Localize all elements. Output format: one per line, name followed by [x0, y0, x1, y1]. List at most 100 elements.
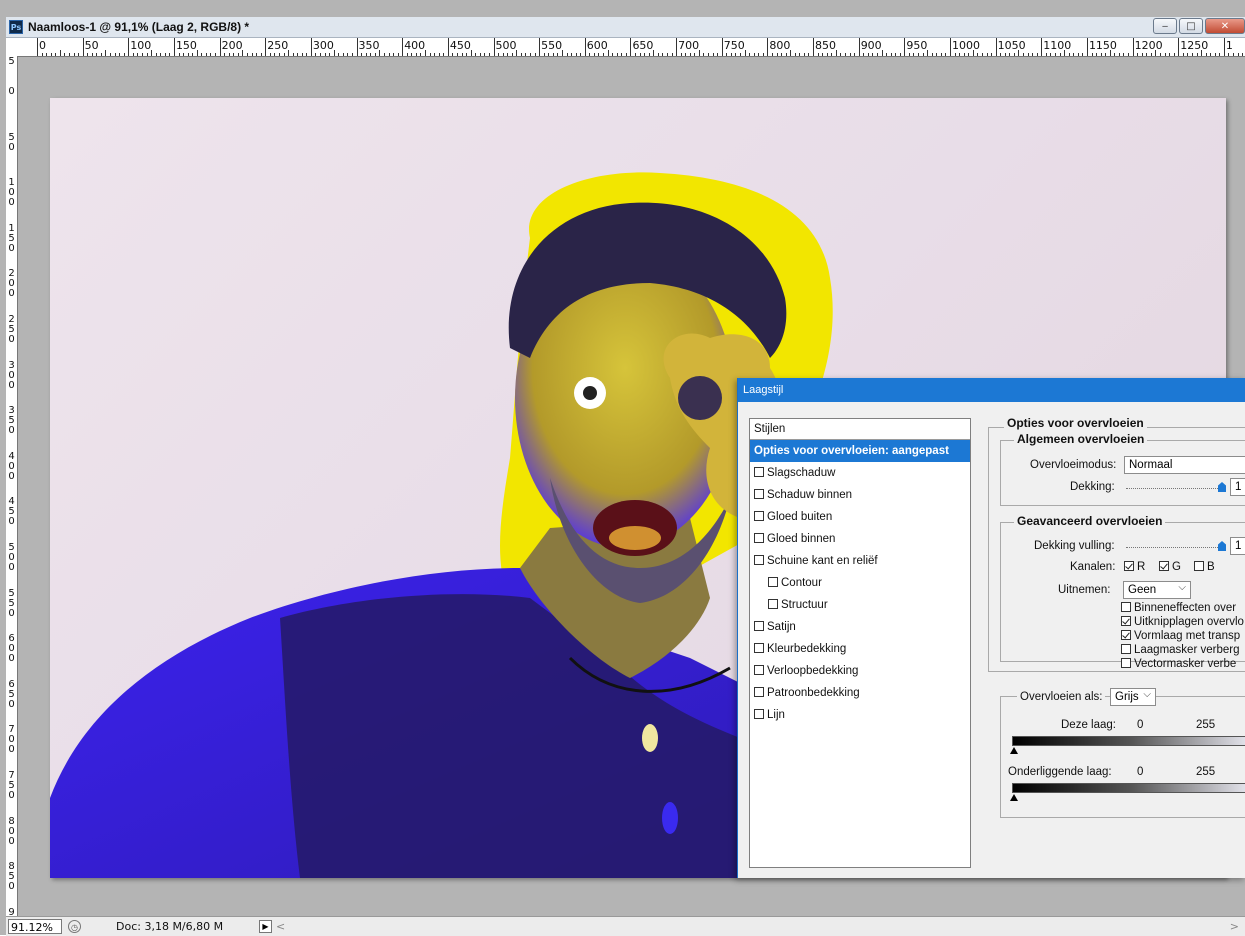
ruler-minor-tick [749, 53, 751, 56]
style-item[interactable]: Gloed binnen [750, 528, 970, 550]
checkbox[interactable] [1121, 602, 1131, 612]
style-item[interactable]: Contour [750, 572, 970, 594]
ruler-minor-tick [160, 53, 162, 56]
vertical-ruler[interactable]: 5 0 50 100 150 200 250 300 350 400 450 500 550 600 650… [6, 56, 18, 916]
style-item[interactable]: Patroonbedekking [750, 682, 970, 704]
ruler-minor-tick [1105, 53, 1107, 56]
underlying-layer-label: Onderliggende laag: [1008, 766, 1112, 778]
ruler-minor-tick [269, 53, 271, 56]
ruler-label: 0 [6, 86, 17, 96]
checkbox[interactable] [1121, 630, 1131, 640]
checkbox[interactable] [1121, 616, 1131, 626]
dialog-title[interactable]: Laagstijl [738, 378, 1245, 402]
styles-list[interactable]: Stijlen Opties voor overvloeien: aangepa… [749, 418, 971, 868]
channel-checkbox[interactable]: B [1194, 561, 1215, 574]
ruler-minor-tick [1196, 53, 1198, 56]
style-checkbox[interactable] [768, 577, 778, 587]
ruler-minor-tick [840, 53, 842, 56]
channel-checkbox[interactable]: R [1124, 561, 1145, 574]
style-checkbox[interactable] [754, 555, 764, 565]
opacity-field[interactable]: 1 [1230, 478, 1245, 496]
ruler-minor-tick [224, 53, 226, 56]
advanced-option[interactable]: Binneneffecten over [1121, 602, 1236, 615]
style-checkbox[interactable] [754, 687, 764, 697]
style-item[interactable]: Kleurbedekking [750, 638, 970, 660]
ruler-minor-tick [1059, 53, 1061, 56]
blend-if-select[interactable]: Grijs ⌵ [1110, 688, 1156, 706]
document-titlebar[interactable]: Ps Naamloos-1 @ 91,1% (Laag 2, RGB/8) * … [6, 17, 1245, 38]
ruler-minor-tick [96, 53, 98, 56]
maximize-icon[interactable]: □ [1179, 18, 1203, 34]
layer-style-dialog[interactable]: Laagstijl Stijlen Opties voor overvloeie… [737, 378, 1245, 878]
status-info-icon[interactable]: ◷ [68, 920, 81, 933]
advanced-option[interactable]: Uitknipplagen overvlo [1121, 616, 1244, 629]
style-item[interactable]: Schuine kant en reliëf [750, 550, 970, 572]
status-menu-arrow-icon[interactable]: ▶ [259, 920, 272, 933]
channel-checkbox[interactable]: G [1159, 561, 1181, 574]
style-item[interactable]: Lijn [750, 704, 970, 726]
ruler-minor-tick [986, 53, 988, 56]
ruler-major-tick [767, 38, 769, 56]
ruler-minor-tick [534, 53, 536, 56]
ruler-minor-tick [1187, 53, 1189, 56]
style-checkbox[interactable] [768, 599, 778, 609]
ruler-minor-tick [913, 53, 915, 56]
horizontal-ruler[interactable]: 0 50 100 150 200 250 300 350 400 450 500 550 600 650 7… [17, 38, 1245, 57]
style-checkbox[interactable] [754, 533, 764, 543]
underlying-layer-black-stop[interactable] [1010, 794, 1018, 801]
ruler-minor-tick [178, 53, 180, 56]
ruler-minor-tick [1100, 53, 1102, 56]
this-layer-gradient[interactable] [1012, 736, 1245, 746]
this-layer-black-stop[interactable] [1010, 747, 1018, 754]
scroll-right-icon[interactable]: > [1230, 920, 1239, 933]
style-checkbox[interactable] [754, 643, 764, 653]
style-item[interactable]: Slagschaduw [750, 462, 970, 484]
knockout-select[interactable]: Geen ⌵ [1123, 581, 1191, 599]
style-checkbox[interactable] [754, 489, 764, 499]
ruler-minor-tick [603, 53, 605, 56]
ruler-minor-tick [1091, 53, 1093, 56]
blend-mode-select[interactable]: Normaal [1124, 456, 1245, 474]
close-icon[interactable]: ✕ [1205, 18, 1245, 34]
ruler-minor-tick [589, 53, 591, 56]
style-item[interactable]: Opties voor overvloeien: aangepast [750, 440, 970, 462]
underlying-layer-min: 0 [1137, 766, 1144, 778]
styles-header[interactable]: Stijlen [750, 419, 970, 440]
style-item[interactable]: Schaduw binnen [750, 484, 970, 506]
ruler-minor-tick [867, 53, 869, 56]
ruler-minor-tick [612, 53, 614, 56]
style-checkbox[interactable] [754, 467, 764, 477]
style-checkbox[interactable] [754, 511, 764, 521]
style-checkbox[interactable] [754, 709, 764, 719]
style-item[interactable]: Verloopbedekking [750, 660, 970, 682]
checkbox[interactable] [1159, 561, 1169, 571]
ruler-minor-tick [666, 53, 668, 56]
advanced-option[interactable]: Vormlaag met transp [1121, 630, 1240, 643]
style-checkbox[interactable] [754, 621, 764, 631]
style-checkbox[interactable] [754, 665, 764, 675]
checkbox[interactable] [1124, 561, 1134, 571]
zoom-field[interactable]: 91.12% [8, 919, 62, 934]
style-item[interactable]: Satijn [750, 616, 970, 638]
checkbox[interactable] [1121, 644, 1131, 654]
checkbox[interactable] [1194, 561, 1204, 571]
ruler-label: 1050 [997, 39, 1026, 52]
advanced-option[interactable]: Vectormasker verbe [1121, 658, 1236, 671]
scroll-left-icon[interactable]: < [276, 920, 285, 933]
ruler-minor-tick [507, 53, 509, 56]
checkbox[interactable] [1121, 658, 1131, 668]
ruler-minor-tick [1233, 53, 1235, 56]
fill-opacity-field[interactable]: 1 [1230, 537, 1245, 555]
ruler-minor-tick [278, 53, 280, 56]
opacity-slider[interactable] [1126, 488, 1222, 490]
underlying-layer-gradient[interactable] [1012, 783, 1245, 793]
style-item[interactable]: Structuur [750, 594, 970, 616]
fill-opacity-slider[interactable] [1126, 547, 1222, 549]
ruler-major-tick [1178, 38, 1180, 56]
minimize-icon[interactable]: ‒ [1153, 18, 1177, 34]
ruler-minor-tick [753, 53, 755, 56]
ruler-minor-tick [940, 53, 942, 56]
ruler-minor-tick [863, 53, 865, 56]
advanced-option[interactable]: Laagmasker verberg [1121, 644, 1239, 657]
style-item[interactable]: Gloed buiten [750, 506, 970, 528]
